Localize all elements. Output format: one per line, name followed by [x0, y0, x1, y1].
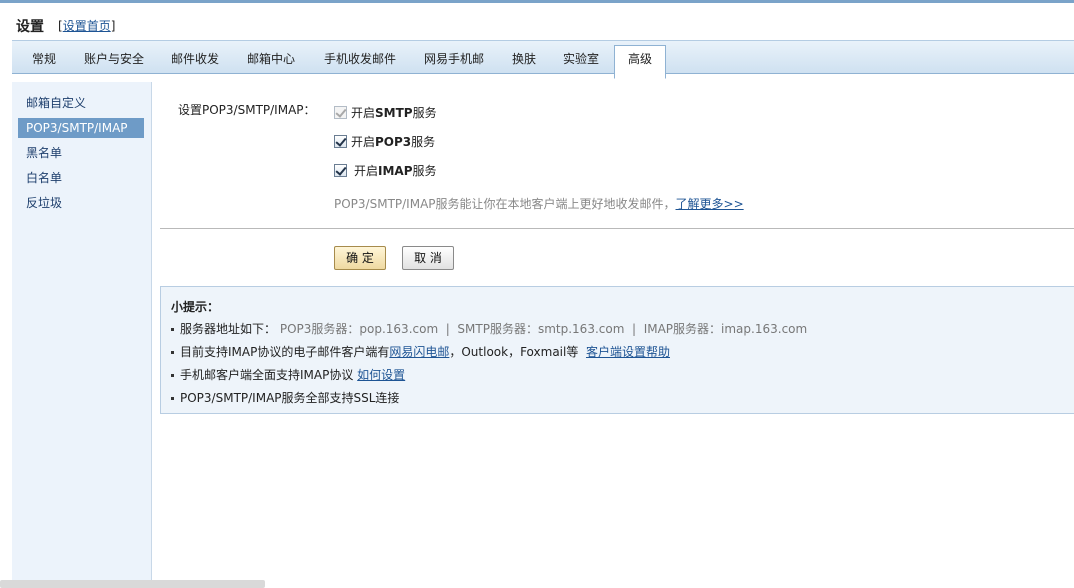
bullet-icon — [171, 397, 174, 400]
client-setup-help-link[interactable]: 客户端设置帮助 — [586, 345, 670, 359]
sidebar-item-blacklist[interactable]: 黑名单 — [18, 143, 144, 163]
tab-account-security[interactable]: 账户与安全 — [78, 41, 150, 73]
page-header: 设置 [设置首页] — [0, 3, 1074, 41]
smtp-option-row: 开启SMTP服务 — [334, 104, 437, 121]
tab-netease-mobile-mail[interactable]: 网易手机邮 — [416, 41, 492, 73]
bullet-icon — [171, 374, 174, 377]
imap-option-row: 开启IMAP服务 — [334, 162, 437, 179]
pop3-smtp-imap-setting-label: 设置POP3/SMTP/IMAP： — [178, 103, 316, 117]
smtp-checkbox — [334, 106, 347, 119]
tips-title: 小提示： — [171, 300, 220, 314]
sidebar-item-whitelist[interactable]: 白名单 — [18, 168, 144, 188]
settings-home-link-wrapper: [设置首页] — [58, 19, 116, 33]
service-description: POP3/SMTP/IMAP服务能让你在本地客户端上更好地收发邮件，了解更多>> — [334, 197, 744, 211]
tip-server-addresses: 服务器地址如下： POP3服务器：pop.163.com | SMTP服务器：s… — [171, 320, 807, 337]
settings-sidebar: 邮箱自定义 POP3/SMTP/IMAP 黑名单 白名单 反垃圾 — [12, 82, 152, 588]
tab-general[interactable]: 常规 — [22, 41, 66, 73]
tab-mailbox-center[interactable]: 邮箱中心 — [240, 41, 302, 73]
tip-supported-clients: 目前支持IMAP协议的电子邮件客户端有网易闪电邮，Outlook，Foxmail… — [171, 343, 670, 360]
tab-labs[interactable]: 实验室 — [556, 41, 606, 73]
pop3-option-row: 开启POP3服务 — [334, 133, 435, 150]
netease-flash-mail-link[interactable]: 网易闪电邮 — [389, 345, 449, 359]
tab-mobile-mail[interactable]: 手机收发邮件 — [316, 41, 404, 73]
sidebar-item-pop3-smtp-imap[interactable]: POP3/SMTP/IMAP — [18, 118, 144, 138]
section-divider — [160, 228, 1074, 229]
tip-mobile-client: 手机邮客户端全面支持IMAP协议 如何设置 — [171, 366, 405, 383]
bullet-icon — [171, 351, 174, 354]
learn-more-link[interactable]: 了解更多>> — [676, 197, 744, 211]
tip-ssl-support: POP3/SMTP/IMAP服务全部支持SSL连接 — [171, 389, 399, 406]
settings-home-link[interactable]: 设置首页 — [63, 19, 111, 33]
tips-panel: 小提示： 服务器地址如下： POP3服务器：pop.163.com | SMTP… — [160, 286, 1074, 414]
tab-skin[interactable]: 换肤 — [506, 41, 542, 73]
sidebar-item-mailbox-custom[interactable]: 邮箱自定义 — [18, 93, 144, 113]
page-title: 设置 — [16, 19, 44, 35]
how-to-setup-link[interactable]: 如何设置 — [357, 368, 405, 382]
imap-checkbox[interactable] — [334, 164, 347, 177]
pop3-checkbox[interactable] — [334, 135, 347, 148]
sidebar-item-anti-spam[interactable]: 反垃圾 — [18, 193, 144, 213]
confirm-button[interactable]: 确 定 — [334, 246, 386, 270]
tab-mail-send-receive[interactable]: 邮件收发 — [164, 41, 226, 73]
tab-advanced[interactable]: 高级 — [614, 45, 666, 79]
settings-tab-bar: 常规 账户与安全 邮件收发 邮箱中心 手机收发邮件 网易手机邮 换肤 实验室 高… — [12, 40, 1074, 79]
horizontal-scrollbar[interactable] — [0, 580, 265, 588]
cancel-button[interactable]: 取 消 — [402, 246, 454, 270]
bullet-icon — [171, 328, 174, 331]
